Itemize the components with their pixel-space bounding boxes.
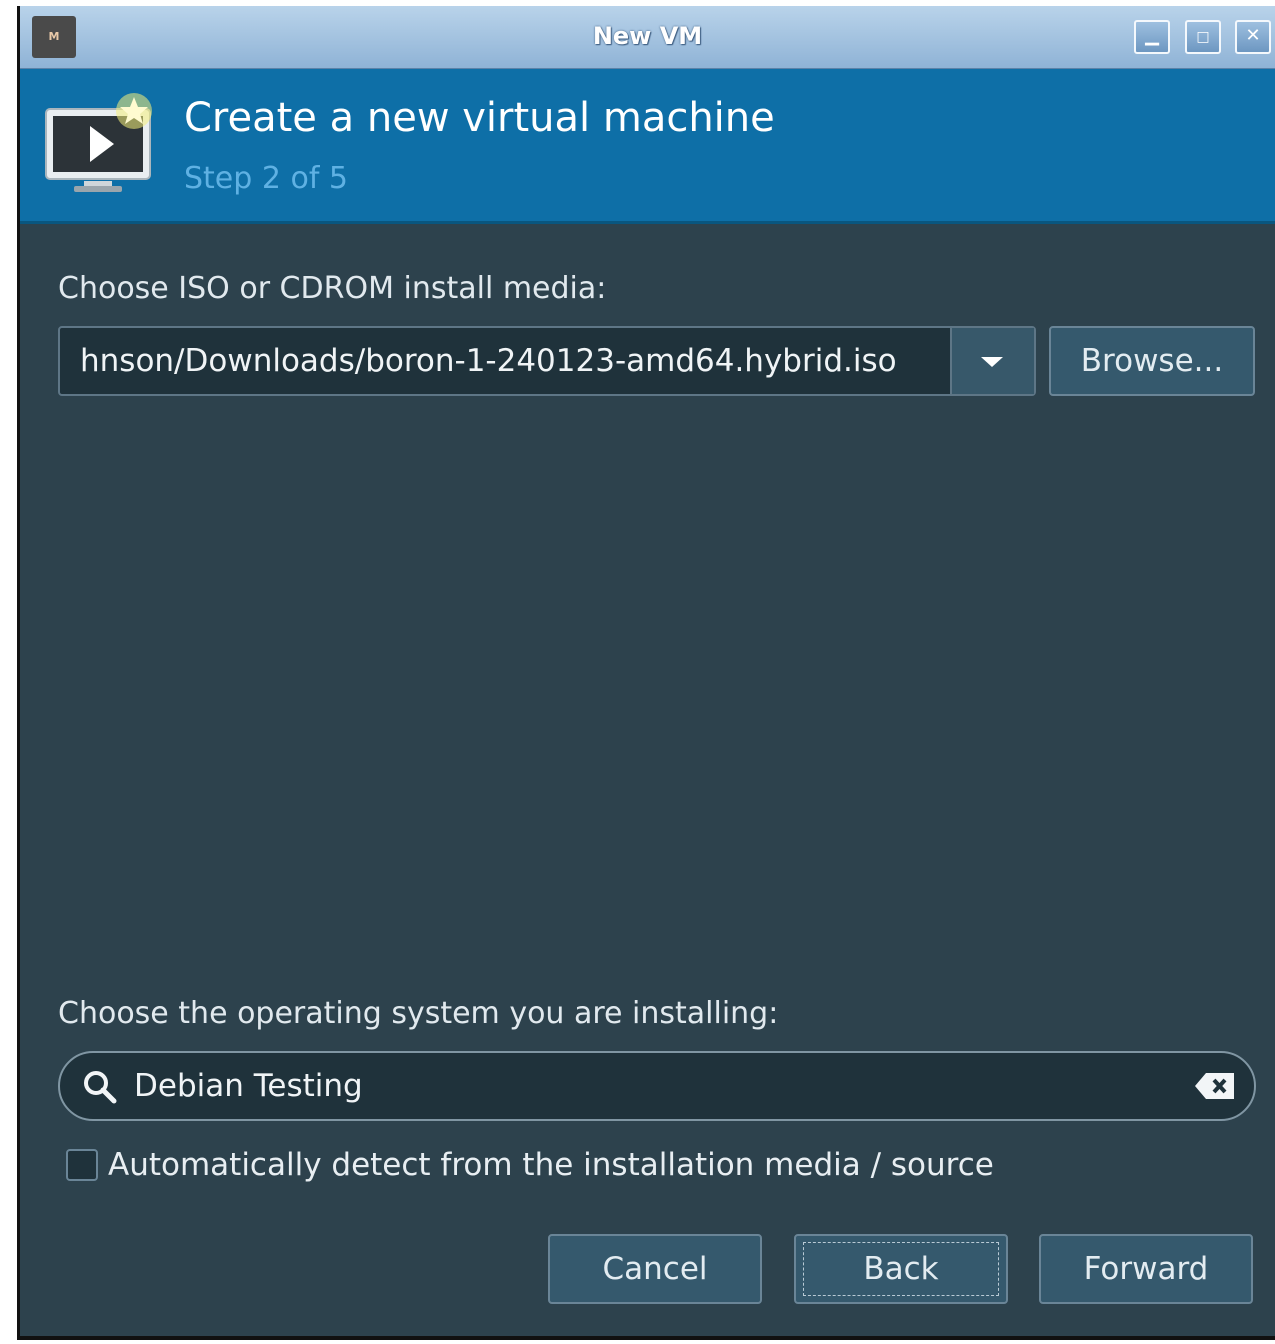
install-media-combo[interactable]: hnson/Downloads/boron-1-240123-amd64.hyb…	[58, 326, 1036, 396]
new-vm-dialog: M New VM ▁ □ ✕ Create a new virtual mach…	[17, 6, 1275, 1340]
auto-detect-label[interactable]: Automatically detect from the installati…	[108, 1147, 994, 1183]
header-banner: Create a new virtual machine Step 2 of 5	[20, 69, 1275, 224]
clear-icon[interactable]	[1194, 1072, 1236, 1100]
install-media-dropdown-button[interactable]	[950, 328, 1034, 394]
search-icon	[84, 1071, 117, 1104]
minimize-button[interactable]: ▁	[1134, 20, 1170, 54]
install-media-label: Choose ISO or CDROM install media:	[58, 271, 607, 306]
browse-button[interactable]: Browse...	[1049, 326, 1255, 396]
cancel-button[interactable]: Cancel	[548, 1234, 762, 1304]
maximize-icon: □	[1196, 29, 1210, 45]
chevron-down-icon	[981, 357, 1003, 367]
close-button[interactable]: ✕	[1235, 20, 1271, 54]
window-title: New VM	[592, 22, 703, 50]
auto-detect-checkbox[interactable]	[66, 1149, 98, 1181]
back-button-label: Back	[863, 1251, 939, 1287]
page-title: Create a new virtual machine	[184, 95, 775, 141]
minimize-icon: ▁	[1145, 25, 1159, 46]
os-search-field[interactable]: Debian Testing	[58, 1051, 1256, 1121]
close-icon: ✕	[1245, 25, 1261, 46]
back-button[interactable]: Back	[794, 1234, 1008, 1304]
step-indicator: Step 2 of 5	[184, 161, 349, 196]
os-label: Choose the operating system you are inst…	[58, 996, 779, 1031]
install-media-input[interactable]: hnson/Downloads/boron-1-240123-amd64.hyb…	[60, 328, 952, 394]
os-search-input[interactable]: Debian Testing	[134, 1053, 363, 1119]
new-vm-icon	[45, 93, 152, 192]
maximize-button[interactable]: □	[1185, 20, 1221, 54]
title-bar[interactable]: M New VM ▁ □ ✕	[20, 6, 1275, 70]
forward-button[interactable]: Forward	[1039, 1234, 1253, 1304]
